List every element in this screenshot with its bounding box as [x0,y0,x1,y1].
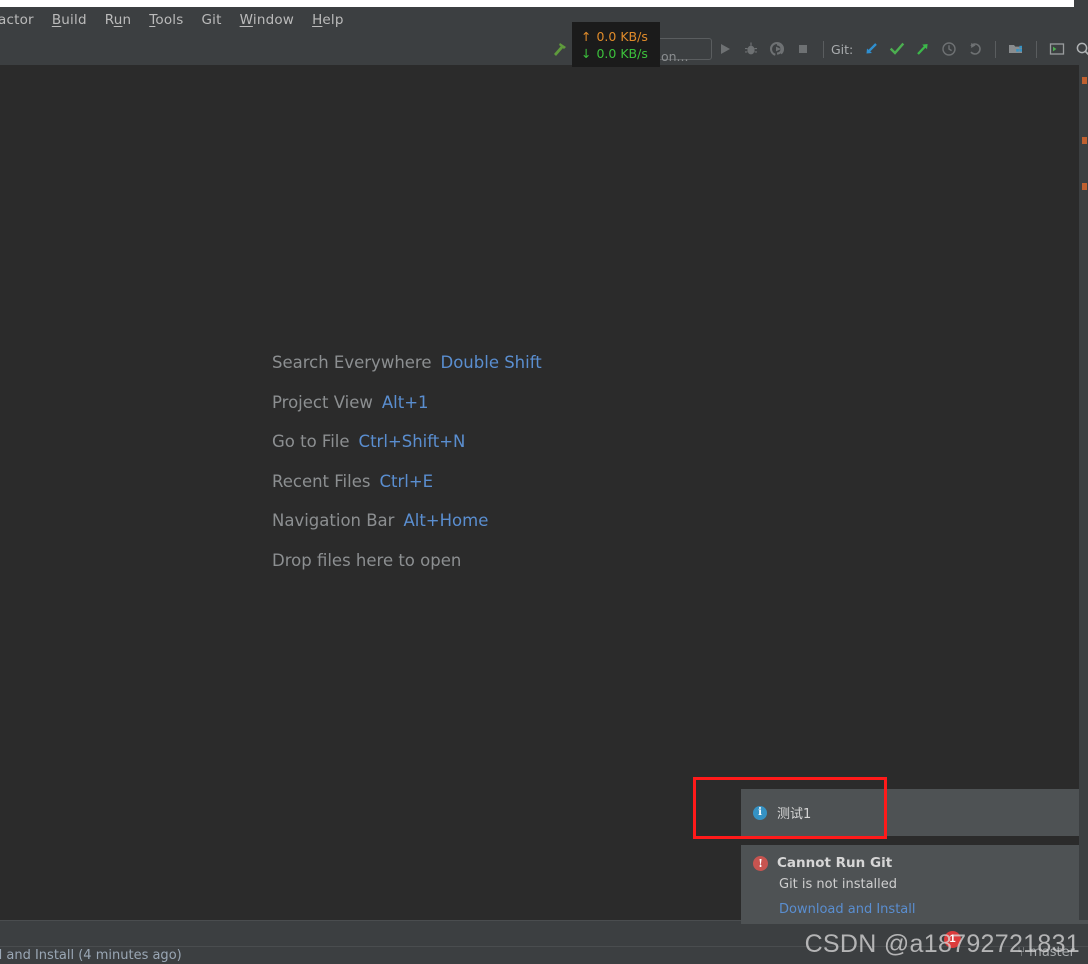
menu-item-git[interactable]: Git [193,10,231,30]
shortcut-key: Ctrl+E [379,471,434,491]
menu-item-label: indow [252,12,295,28]
menu-item-label: actor [0,12,34,28]
download-arrow-icon: ↓ [581,45,592,61]
notification-balloon-stack: i 测试1 ! Cannot Run Git Git is not instal… [741,789,1088,933]
download-and-install-link[interactable]: Download and Install [779,902,915,917]
gutter-marker [1082,137,1087,144]
menu-mnemonic-h: H [312,12,323,28]
stop-icon[interactable] [790,37,816,61]
csdn-watermark: CSDN @a18792721831 [804,930,1080,958]
terminal-icon[interactable] [1044,37,1070,61]
error-icon: ! [753,856,768,871]
shortcut-label: Recent Files [272,471,371,491]
commit-icon[interactable] [884,37,910,61]
shortcut-row-go-to-file: Go to File Ctrl+Shift+N [272,432,542,451]
window-top-edge [0,0,1088,7]
download-speed-value: 0.0 KB/s [596,45,648,61]
main-toolbar: Add Configuration... Git: [0,33,1088,65]
toolbar-separator-2 [995,40,997,58]
menu-mnemonic-w: W [239,12,253,28]
run-with-coverage-icon[interactable] [764,37,790,61]
info-icon: i [753,805,767,820]
shortcut-row-search-everywhere: Search Everywhere Double Shift [272,353,542,372]
menu-item-build[interactable]: Build [43,10,96,30]
notification-body: Git is not installed [779,877,898,892]
toolbar-separator-3 [1036,40,1038,58]
shortcut-label: Search Everywhere [272,353,432,372]
project-structure-icon[interactable] [1003,37,1029,61]
menu-item-tools[interactable]: Tools [140,10,192,30]
gutter-marker [1082,183,1087,190]
notification-header: ! Cannot Run Git [753,855,1076,871]
run-icon[interactable] [712,37,738,61]
network-download-row: ↓ 0.0 KB/s [581,46,660,61]
menu-item-run[interactable]: Run [96,10,141,30]
menu-item-window[interactable]: Window [231,10,303,30]
menu-item-label: ools [155,12,184,28]
menu-item-label: Git [201,12,222,28]
menu-bar: actor Build Run Tools Git Window Help [0,7,1088,33]
history-clock-icon[interactable] [936,37,962,61]
shortcut-label: Project View [272,392,373,412]
drop-files-hint: Drop files here to open [272,550,462,570]
search-icon[interactable] [1070,37,1088,61]
notification-test1[interactable]: i 测试1 [741,789,1088,836]
shortcut-row-recent-files: Recent Files Ctrl+E [272,472,542,491]
hammer-icon[interactable] [548,37,571,61]
shortcut-key: Alt+Home [403,511,489,530]
push-icon[interactable] [910,37,936,61]
notification-cannot-run-git[interactable]: ! Cannot Run Git Git is not installed Do… [741,845,1088,924]
menu-item-label-rest: n [122,12,132,28]
shortcut-label: Navigation Bar [272,511,395,530]
editor-right-gutter-strip[interactable] [1079,65,1088,920]
window-top-edge-dark [1074,0,1088,7]
shortcut-label: Go to File [272,432,350,451]
menu-item-refactor[interactable]: actor [0,10,43,30]
update-project-icon[interactable] [858,37,884,61]
shortcut-key: Double Shift [440,353,542,372]
notification-title: 测试1 [777,807,812,822]
network-speed-overlay: ↑ 0.0 KB/s ↓ 0.0 KB/s [572,22,660,67]
upload-arrow-icon: ↑ [581,28,592,44]
menu-item-label: elp [322,12,344,28]
git-group-label: Git: [831,41,854,57]
debug-icon[interactable] [738,37,764,61]
menu-item-label: R [104,12,114,28]
menu-item-label: uild [61,12,87,28]
rollback-undo-icon[interactable] [962,37,988,61]
menu-mnemonic-b: B [51,12,62,28]
gutter-marker [1082,77,1087,84]
shortcut-row-navigation-bar: Navigation Bar Alt+Home [272,511,542,530]
toolbar-separator-1 [823,40,824,58]
upload-speed-value: 0.0 KB/s [596,28,648,44]
shortcut-key: Ctrl+Shift+N [358,432,466,451]
notification-title: Cannot Run Git [777,855,893,871]
network-upload-row: ↑ 0.0 KB/s [581,29,660,44]
shortcut-key: Alt+1 [381,392,429,412]
status-bar-message[interactable]: d and Install (4 minutes ago) [0,948,182,963]
shortcut-hint-list: Search Everywhere Double Shift Project V… [272,353,542,570]
shortcut-row-drop-files: Drop files here to open [272,551,542,570]
shortcut-row-project-view: Project View Alt+1 [272,393,542,412]
menu-item-help[interactable]: Help [303,10,353,30]
